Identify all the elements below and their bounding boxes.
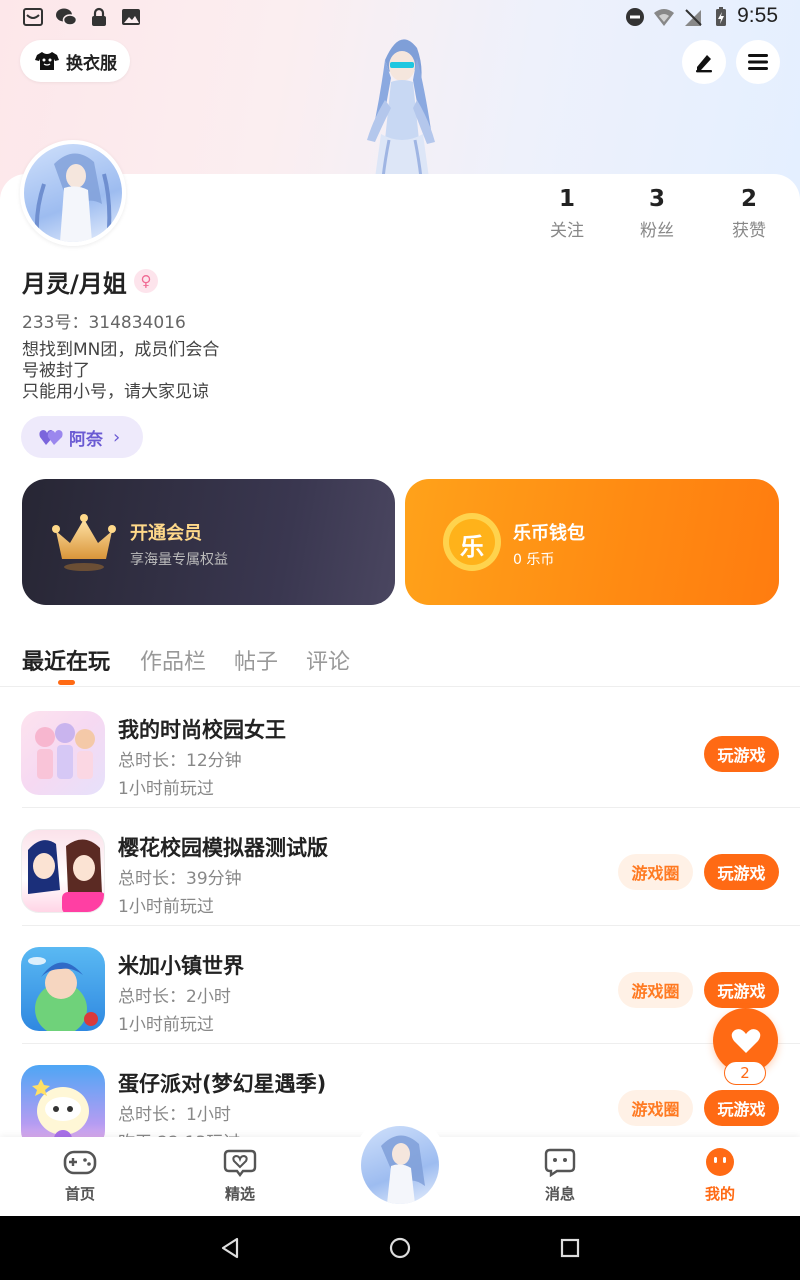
system-navigation-bar	[0, 1216, 800, 1280]
active-tab-indicator	[58, 680, 75, 685]
bio-line: 只能用小号，请大家见谅	[22, 382, 209, 402]
tab-comments[interactable]: 评论	[306, 644, 350, 676]
game-name: 我的时尚校园女王	[118, 718, 286, 742]
lock-icon	[92, 7, 106, 26]
mail-icon	[23, 8, 43, 26]
avatar[interactable]	[20, 140, 126, 246]
bio: 想找到MN团，成员们会合 号被封了 只能用小号，请大家见谅	[22, 340, 382, 403]
status-bar: 9:55	[0, 0, 800, 34]
game-last-played: 1小时前玩过	[118, 779, 214, 799]
double-heart-icon	[39, 430, 63, 445]
game-name: 蛋仔派对(梦幻星遇季)	[118, 1072, 327, 1096]
game-circle-button[interactable]: 游戏圈	[618, 854, 693, 890]
tab-recently-played[interactable]: 最近在玩	[22, 644, 110, 676]
wallet-balance: 0 乐币	[513, 552, 555, 568]
chevron-right-icon: ›	[113, 426, 121, 448]
relationship-tag-label: 阿奈	[69, 429, 103, 450]
nav-center-avatar[interactable]	[361, 1126, 439, 1204]
nickname: 月灵/月姐	[22, 270, 127, 298]
coin-glyph: 乐	[460, 533, 484, 561]
clock: 9:55	[737, 4, 778, 27]
play-game-button[interactable]: 玩游戏	[704, 972, 779, 1008]
stat-value: 1	[558, 186, 575, 212]
nav-label: 精选	[224, 1185, 255, 1203]
stat-followers[interactable]: 3 粉丝	[622, 186, 692, 241]
play-game-button[interactable]: 玩游戏	[704, 736, 779, 772]
back-icon[interactable]	[219, 1237, 241, 1259]
menu-button[interactable]	[736, 40, 780, 84]
game-duration: 总时长：2小时	[118, 987, 231, 1007]
avatar-character-figure[interactable]	[345, 30, 455, 178]
profile-tabs: 最近在玩 作品栏 帖子 评论	[0, 640, 800, 687]
recent-apps-icon[interactable]	[560, 1238, 580, 1258]
gamepad-icon	[63, 1150, 97, 1175]
game-circle-button[interactable]: 游戏圈	[618, 972, 693, 1008]
wifi-icon	[654, 9, 674, 26]
female-gender-icon: ♀	[134, 269, 158, 293]
relationship-tag[interactable]: 阿奈 ›	[21, 416, 143, 458]
nav-label: 首页	[64, 1185, 95, 1203]
list-item[interactable]: 樱花校园模拟器测试版 总时长：39分钟 1小时前玩过 游戏圈 玩游戏	[0, 808, 800, 926]
game-last-played: 1小时前玩过	[118, 1015, 214, 1035]
heart-icon	[731, 1028, 760, 1053]
stat-value: 3	[648, 186, 665, 212]
game-icon	[21, 947, 105, 1031]
game-icon	[21, 829, 105, 913]
list-item[interactable]: 我的时尚校园女王 总时长：12分钟 1小时前玩过 玩游戏	[0, 690, 800, 808]
change-outfit-button[interactable]: 换衣服	[20, 40, 130, 82]
play-game-button[interactable]: 玩游戏	[704, 1090, 779, 1126]
list-item[interactable]: 米加小镇世界 总时长：2小时 1小时前玩过 游戏圈 玩游戏	[0, 926, 800, 1044]
crown-icon	[52, 514, 116, 571]
nav-me[interactable]: 我的	[680, 1147, 760, 1204]
game-icon	[21, 711, 105, 795]
bio-line: 想找到MN团，成员们会合	[22, 340, 220, 360]
game-duration: 总时长：12分钟	[118, 751, 242, 771]
stat-label: 关注	[550, 221, 584, 241]
hamburger-icon	[748, 54, 768, 70]
game-name: 米加小镇世界	[118, 954, 244, 978]
heart-chat-icon	[223, 1149, 257, 1177]
nav-home[interactable]: 首页	[40, 1147, 120, 1204]
game-duration: 总时长：1小时	[118, 1105, 231, 1125]
avatar-image	[381, 1135, 425, 1204]
change-outfit-label: 换衣服	[66, 53, 117, 74]
game-name: 樱花校园模拟器测试版	[118, 836, 328, 860]
user-id: 233号：314834016	[22, 313, 186, 333]
tab-works[interactable]: 作品栏	[140, 644, 206, 676]
tab-posts[interactable]: 帖子	[234, 644, 278, 676]
stat-label: 获赞	[732, 221, 766, 241]
pen-icon	[696, 55, 712, 73]
nav-messages[interactable]: 消息	[520, 1147, 600, 1204]
smile-face-icon	[706, 1148, 734, 1176]
nav-featured[interactable]: 精选	[200, 1147, 280, 1204]
nav-label: 消息	[544, 1185, 575, 1203]
game-circle-button[interactable]: 游戏圈	[618, 1090, 693, 1126]
bio-line: 号被封了	[22, 361, 90, 381]
vip-title: 开通会员	[130, 523, 202, 544]
play-game-button[interactable]: 玩游戏	[704, 854, 779, 890]
edit-profile-button[interactable]	[682, 40, 726, 84]
nav-label: 我的	[704, 1185, 735, 1203]
wallet-banner[interactable]: 乐 乐币钱包 0 乐币	[405, 479, 779, 605]
no-signal-icon	[685, 9, 702, 26]
stat-following[interactable]: 1 关注	[532, 186, 602, 241]
stat-likes[interactable]: 2 获赞	[714, 186, 784, 241]
home-icon[interactable]	[389, 1237, 411, 1259]
stat-value: 2	[740, 186, 757, 212]
vip-membership-banner[interactable]: 开通会员 享海量专属权益	[22, 479, 395, 605]
tshirt-icon	[35, 52, 59, 70]
message-icon	[544, 1148, 576, 1178]
vip-subtitle: 享海量专属权益	[130, 552, 228, 568]
game-duration: 总时长：39分钟	[118, 869, 242, 889]
stat-label: 粉丝	[640, 221, 674, 241]
wechat-icon	[56, 8, 77, 26]
like-count-badge: 2	[724, 1061, 766, 1085]
do-not-disturb-icon	[626, 8, 644, 26]
image-icon	[122, 9, 140, 25]
game-last-played: 1小时前玩过	[118, 897, 214, 917]
battery-icon	[716, 7, 726, 26]
wallet-title: 乐币钱包	[513, 523, 585, 544]
avatar-image	[34, 153, 112, 242]
